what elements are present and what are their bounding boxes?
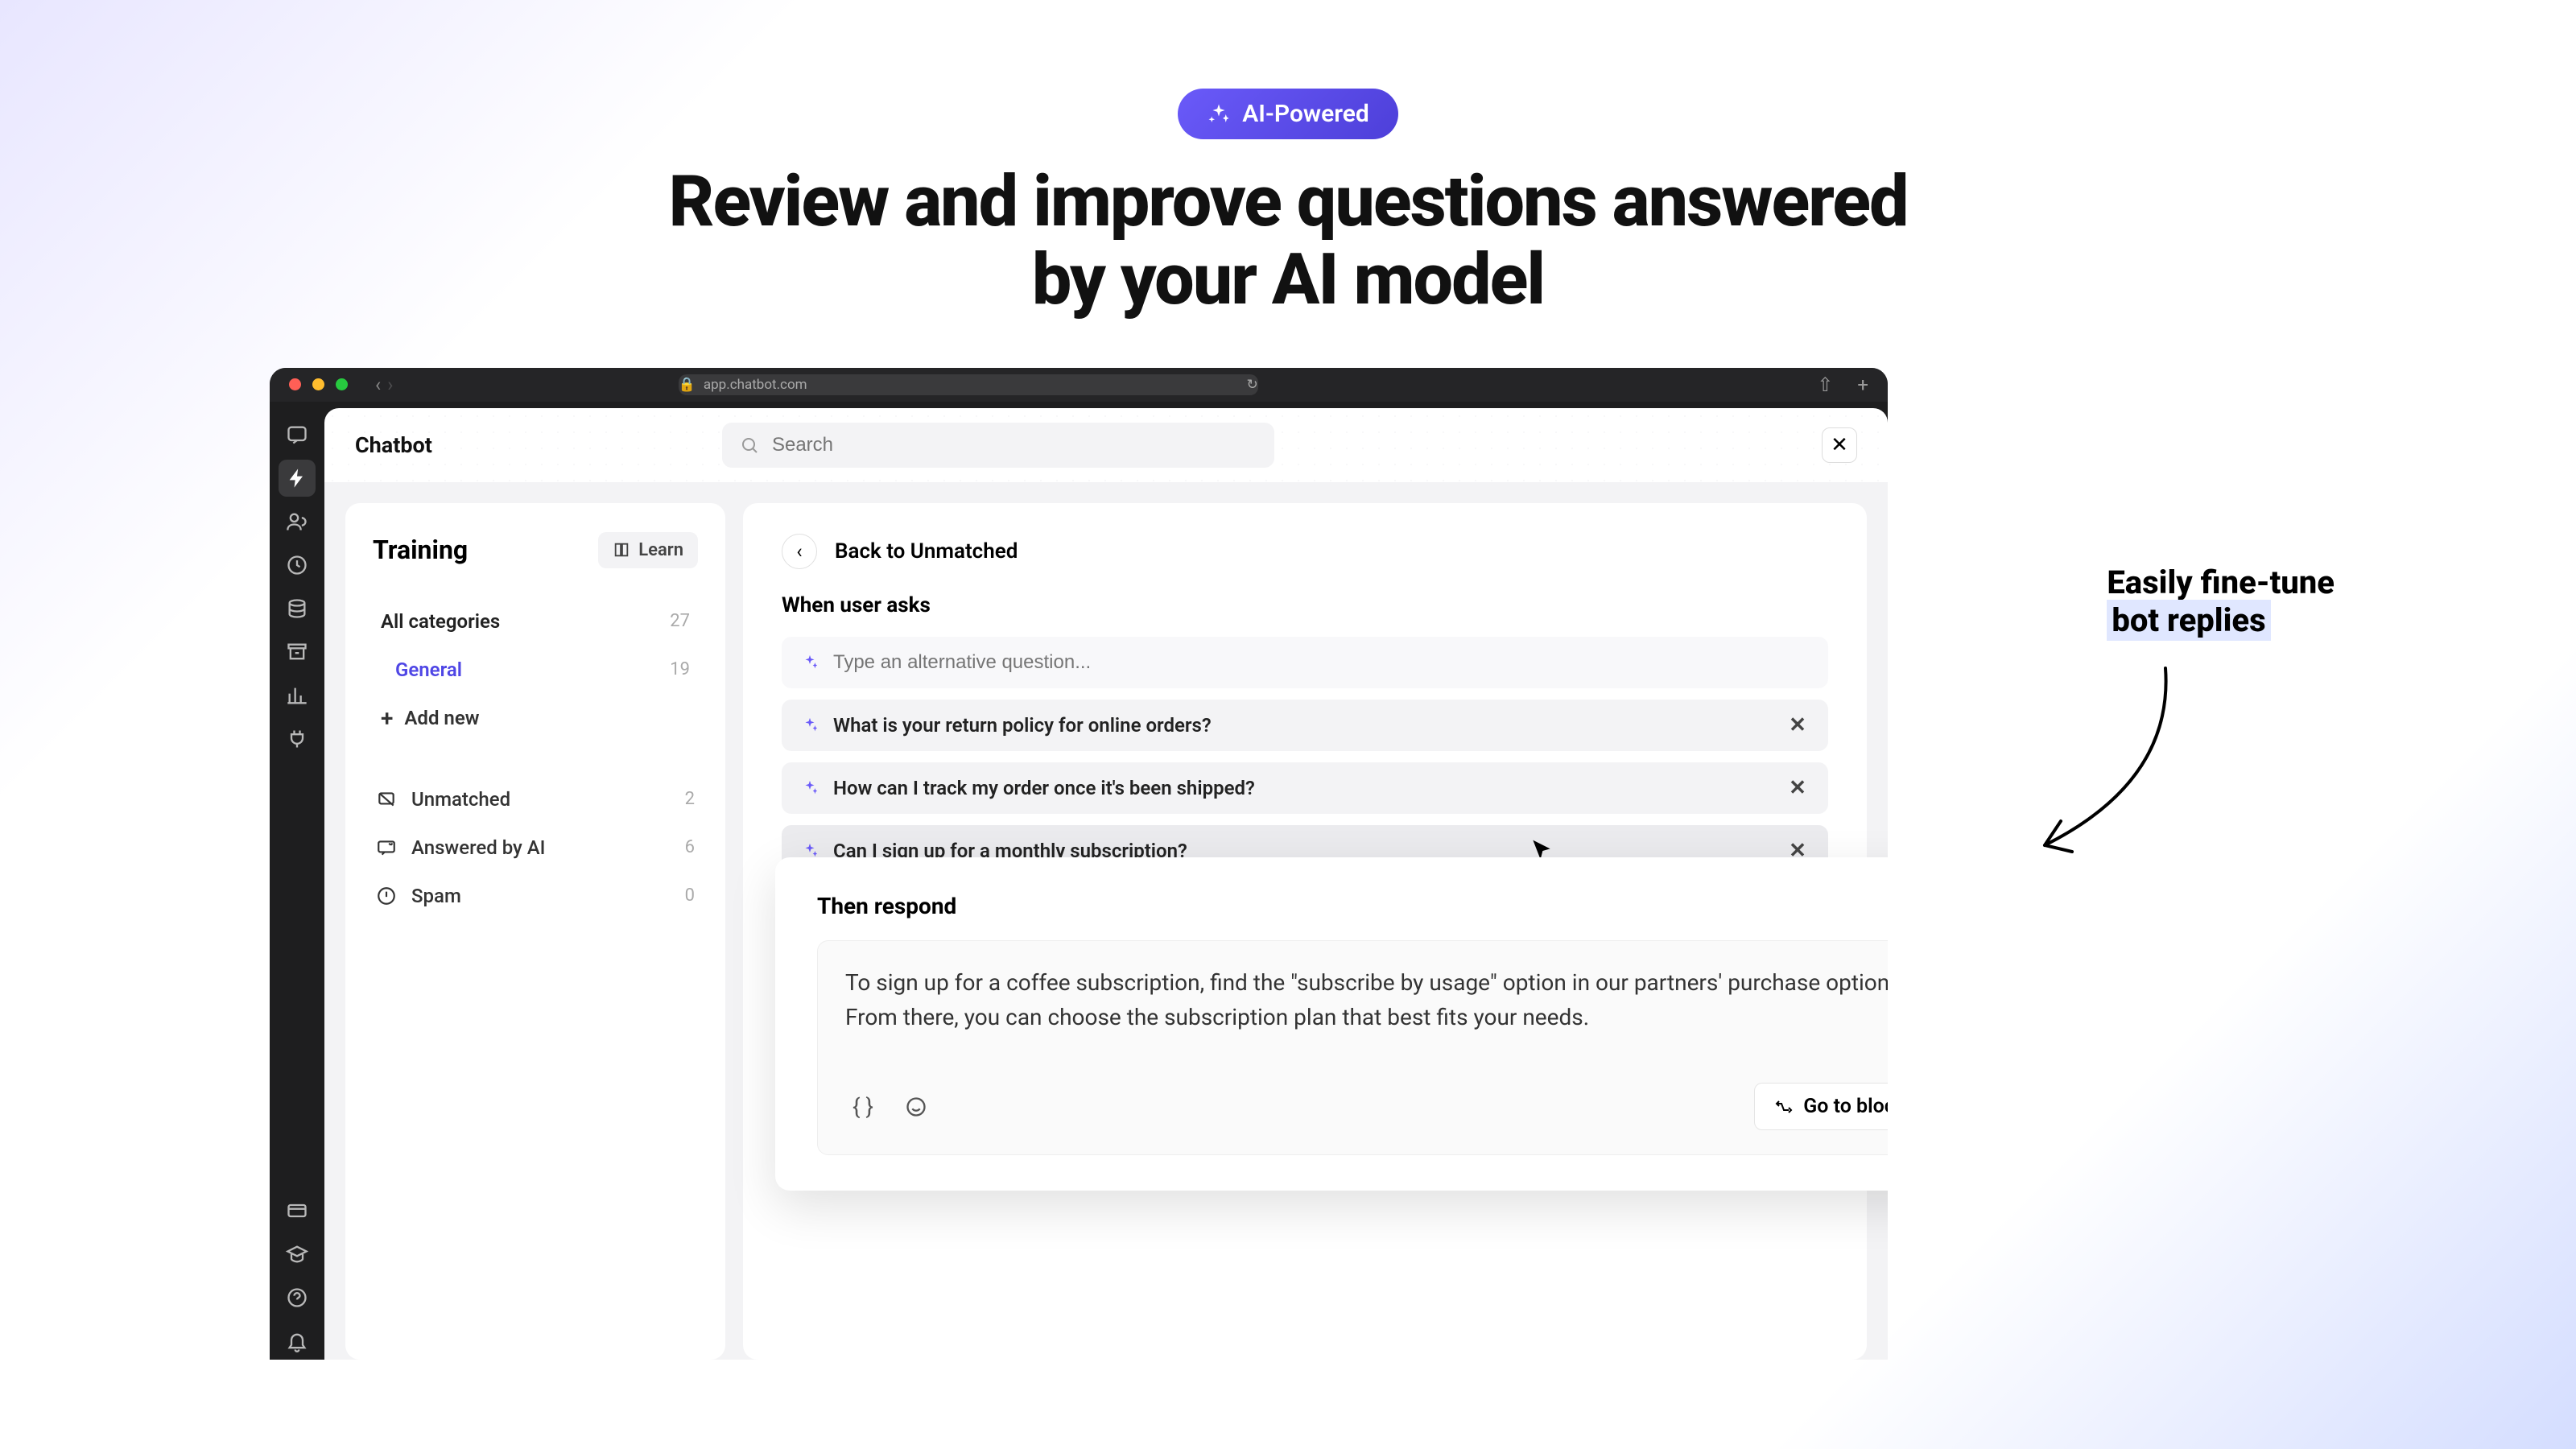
window-controls[interactable] — [289, 378, 348, 390]
main-content: ‹ Back to Unmatched When user asks What … — [743, 503, 1867, 1360]
goto-block-button[interactable]: Go to block — [1754, 1083, 1888, 1130]
learn-button[interactable]: Learn — [598, 532, 698, 568]
icon-rail — [270, 402, 324, 1360]
hero-title: Review and improve questions answered by… — [0, 163, 2576, 320]
book-icon — [613, 541, 630, 559]
status-spam[interactable]: Spam 0 — [373, 872, 698, 920]
rail-history-icon[interactable] — [279, 547, 316, 584]
respond-body[interactable]: To sign up for a coffee subscription, fi… — [817, 940, 1888, 1156]
smile-icon — [905, 1096, 927, 1118]
share-icon[interactable]: ⇧ — [1817, 374, 1833, 396]
rail-graduation-icon[interactable] — [279, 1236, 316, 1273]
browser-toolbar: ‹ › 🔒 app.chatbot.com ↻ ⇧ + — [270, 368, 1888, 402]
minimize-window-icon[interactable] — [312, 378, 324, 390]
alt-question-input[interactable] — [833, 651, 1809, 674]
alt-question-input-row[interactable] — [782, 637, 1828, 688]
ai-reply-icon — [376, 837, 397, 858]
learn-label: Learn — [638, 540, 683, 560]
insert-variable-button[interactable]: { } — [845, 1089, 881, 1125]
top-bar: Chatbot ✕ — [324, 408, 1888, 482]
rail-help-icon[interactable] — [279, 1279, 316, 1316]
remove-question-button[interactable]: ✕ — [1786, 714, 1809, 737]
callout-line2: bot replies — [2107, 600, 2270, 641]
back-icon[interactable]: ‹ — [375, 374, 381, 396]
callout-annotation: Easily fine-tune bot replies — [2107, 564, 2334, 639]
url-text: app.chatbot.com — [704, 377, 807, 393]
rail-users-icon[interactable] — [279, 503, 316, 540]
when-user-asks-label: When user asks — [782, 593, 1828, 617]
rail-archive-icon[interactable] — [279, 634, 316, 671]
add-category-button[interactable]: + Add new — [373, 694, 698, 743]
lock-icon: 🔒 — [679, 377, 696, 393]
rail-plug-icon[interactable] — [279, 720, 316, 758]
ai-powered-badge: AI-Powered — [1178, 89, 1398, 139]
app-title: Chatbot — [355, 432, 432, 458]
question-row[interactable]: What is your return policy for online or… — [782, 700, 1828, 751]
callout-arrow-icon — [2029, 660, 2190, 869]
close-panel-button[interactable]: ✕ — [1822, 427, 1857, 463]
question-row[interactable]: How can I track my order once it's been … — [782, 762, 1828, 814]
add-new-label: Add new — [404, 707, 479, 729]
sparkle-icon — [801, 654, 819, 671]
address-bar[interactable]: 🔒 app.chatbot.com ↻ — [679, 374, 1258, 395]
emoji-button[interactable] — [898, 1089, 934, 1125]
main-panel: Chatbot ✕ Training Learn — [324, 408, 1888, 1360]
rail-card-icon[interactable] — [279, 1192, 316, 1229]
rail-bell-icon[interactable] — [279, 1323, 316, 1360]
sparkle-icon — [1207, 102, 1231, 126]
status-unmatched[interactable]: Unmatched 2 — [373, 775, 698, 824]
back-button[interactable]: ‹ — [782, 534, 817, 569]
callout-line1: Easily fine-tune — [2107, 564, 2334, 601]
forward-icon[interactable]: › — [387, 374, 393, 396]
respond-card: Then respond To sign up for a coffee sub… — [775, 857, 1888, 1191]
spam-icon — [376, 886, 397, 906]
refresh-icon[interactable]: ↻ — [1246, 377, 1257, 393]
category-all[interactable]: All categories 27 — [373, 597, 698, 646]
sparkle-icon — [801, 779, 819, 797]
rail-analytics-icon[interactable] — [279, 677, 316, 714]
back-label: Back to Unmatched — [835, 539, 1018, 564]
plus-icon: + — [381, 705, 393, 732]
browser-nav[interactable]: ‹ › — [375, 374, 393, 396]
rail-chat-icon[interactable] — [279, 416, 316, 453]
close-window-icon[interactable] — [289, 378, 301, 390]
new-tab-icon[interactable]: + — [1857, 374, 1868, 396]
question-text: What is your return policy for online or… — [833, 714, 1772, 737]
category-general[interactable]: General 19 — [373, 646, 698, 694]
browser-window: ‹ › 🔒 app.chatbot.com ↻ ⇧ + — [270, 368, 1888, 1360]
remove-question-button[interactable]: ✕ — [1786, 777, 1809, 799]
sparkle-icon — [801, 716, 819, 734]
respond-text[interactable]: To sign up for a coffee subscription, fi… — [845, 965, 1888, 1035]
training-sidebar: Training Learn All categories 27 General — [345, 503, 725, 1360]
sidebar-title: Training — [373, 535, 468, 565]
rail-database-icon[interactable] — [279, 590, 316, 627]
hero-section: AI-Powered Review and improve questions … — [0, 0, 2576, 320]
search-input[interactable] — [772, 434, 1257, 456]
search-box[interactable] — [722, 423, 1274, 468]
status-answered-ai[interactable]: Answered by AI 6 — [373, 824, 698, 872]
question-text: How can I track my order once it's been … — [833, 777, 1772, 799]
then-respond-label: Then respond — [817, 893, 1888, 919]
rail-bolt-icon[interactable] — [279, 460, 316, 497]
maximize-window-icon[interactable] — [336, 378, 348, 390]
flow-icon — [1774, 1097, 1794, 1117]
goto-block-label: Go to block — [1803, 1095, 1888, 1118]
ai-badge-text: AI-Powered — [1242, 100, 1369, 128]
search-icon — [740, 436, 759, 455]
unmatched-icon — [376, 789, 397, 810]
